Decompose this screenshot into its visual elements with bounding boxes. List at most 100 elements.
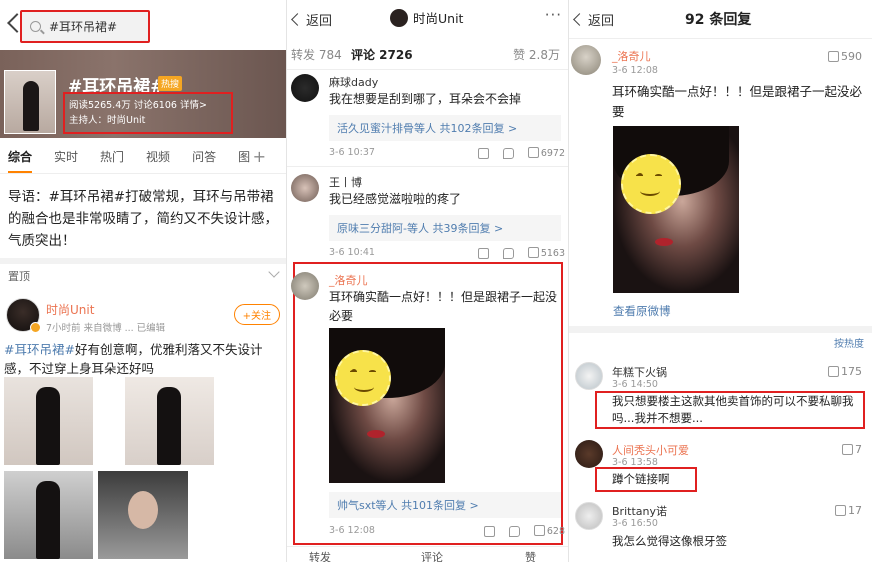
post-image[interactable] bbox=[125, 377, 214, 465]
like-button[interactable]: 7 bbox=[842, 443, 862, 456]
reply-users: 原味三分甜阿-等人 bbox=[337, 222, 429, 235]
comment-footer: 3-6 10:41 5163 bbox=[329, 247, 565, 259]
like-button[interactable]: 590 bbox=[828, 50, 862, 63]
topic-stats[interactable]: 阅读5265.4万 讨论6106 详情> 主持人：时尚Unit bbox=[63, 92, 233, 134]
sort-toggle[interactable]: 按热度 bbox=[569, 333, 872, 351]
topic-panel: #耳环吊裙# #耳环吊裙# 热搜 阅读5265.4万 讨论6106 详情> 主持… bbox=[0, 0, 286, 562]
avatar[interactable] bbox=[575, 502, 603, 530]
comment-image[interactable] bbox=[329, 328, 445, 483]
like-button[interactable]: 5163 bbox=[527, 247, 565, 259]
view-original-link[interactable]: 查看原微博 bbox=[613, 303, 671, 319]
back-button[interactable]: 返回 bbox=[569, 10, 614, 29]
like-button[interactable]: 6972 bbox=[527, 147, 565, 159]
avatar bbox=[390, 8, 408, 27]
tab-like[interactable]: 赞 2.8万 bbox=[513, 46, 560, 63]
comment-text: 我怎么觉得这像根牙签 bbox=[612, 534, 727, 548]
page-title: 92 条回复 bbox=[685, 12, 752, 28]
verified-icon bbox=[30, 322, 41, 333]
post-image[interactable] bbox=[4, 377, 93, 465]
thumbs-up-icon bbox=[527, 147, 539, 158]
comments-panel: 返回 时尚Unit ··· 转发 784 评论 2726 赞 2.8万 麻球da… bbox=[287, 0, 568, 562]
tab-comment[interactable]: 评论 2726 bbox=[351, 46, 413, 63]
avatar[interactable] bbox=[575, 362, 603, 390]
comment-time: 3-6 10:37 bbox=[329, 147, 375, 158]
comment-button[interactable]: 评论 bbox=[421, 549, 443, 562]
tab-video[interactable]: 视频 bbox=[146, 148, 170, 165]
follow-button[interactable]: +关注 bbox=[233, 304, 280, 325]
back-button[interactable]: 返回 bbox=[287, 10, 332, 29]
tab-images[interactable]: 图 bbox=[238, 148, 250, 165]
reply-icon[interactable] bbox=[508, 525, 520, 537]
share-icon[interactable] bbox=[483, 525, 495, 537]
comment-author[interactable]: 人间秃头小可爱 bbox=[612, 442, 689, 458]
reply-users: 活久见蜜汁排骨等人 bbox=[337, 122, 436, 135]
like-button[interactable]: 17 bbox=[835, 504, 862, 517]
chevron-down-icon[interactable] bbox=[268, 266, 280, 278]
thumbs-up-icon bbox=[527, 247, 539, 258]
smiley-sticker-icon bbox=[335, 350, 391, 406]
tab-realtime[interactable]: 实时 bbox=[54, 148, 78, 165]
share-icon[interactable] bbox=[477, 247, 489, 259]
repost-button[interactable]: 转发 bbox=[309, 549, 331, 562]
avatar[interactable] bbox=[571, 45, 601, 75]
comment-image[interactable] bbox=[613, 126, 739, 293]
comment-time: 3-6 16:50 bbox=[612, 518, 658, 529]
add-tab-icon[interactable]: + bbox=[253, 147, 266, 166]
avatar[interactable] bbox=[575, 440, 603, 468]
more-icon[interactable]: ··· bbox=[545, 6, 562, 24]
replies-panel: 返回 92 条回复 _洛奇儿 3-6 12:08 590 耳环确实酷一点好！！！… bbox=[569, 0, 872, 562]
avatar[interactable] bbox=[291, 74, 319, 102]
smiley-sticker-icon bbox=[621, 154, 681, 214]
thumbs-up-icon bbox=[842, 444, 853, 455]
thumbs-up-icon bbox=[835, 505, 846, 516]
divider bbox=[569, 326, 872, 333]
comment-author[interactable]: _洛奇儿 bbox=[612, 48, 651, 64]
comment-footer: 3-6 10:37 6972 bbox=[329, 147, 565, 159]
comment-author[interactable]: 麻球dady bbox=[329, 74, 378, 90]
avatar[interactable] bbox=[291, 174, 319, 202]
comment-time: 3-6 12:08 bbox=[612, 65, 658, 76]
reply-summary[interactable]: 原味三分甜阿-等人 共39条回复 > bbox=[329, 215, 561, 241]
reply-summary[interactable]: 活久见蜜汁排骨等人 共102条回复 > bbox=[329, 115, 561, 141]
comment-text: 我只想要楼主这款其他卖首饰的可以不要私聊我吗...我并不想要... bbox=[612, 394, 854, 425]
back-label: 返回 bbox=[306, 14, 333, 29]
reply-icon[interactable] bbox=[502, 247, 514, 259]
avatar[interactable] bbox=[291, 272, 319, 300]
like-count: 6972 bbox=[540, 148, 565, 159]
tab-all[interactable]: 综合 bbox=[8, 148, 33, 173]
share-icon[interactable] bbox=[477, 147, 489, 159]
post-image[interactable] bbox=[4, 471, 93, 559]
like-count: 175 bbox=[841, 365, 862, 378]
top-bar: 返回 时尚Unit ··· bbox=[287, 0, 568, 38]
tab-repost[interactable]: 转发 784 bbox=[291, 46, 342, 63]
tab-qa[interactable]: 问答 bbox=[192, 148, 216, 165]
like-button[interactable]: 175 bbox=[828, 365, 862, 378]
post-image[interactable] bbox=[98, 471, 188, 559]
like-count: 628 bbox=[546, 526, 565, 537]
search-text: #耳环吊裙# bbox=[49, 20, 118, 34]
comment-text: 我已经感觉滋啦啦的疼了 bbox=[329, 192, 462, 206]
reply-summary[interactable]: 帅气sxt等人 共101条回复 > bbox=[329, 492, 561, 518]
post-hashtag[interactable]: #耳环吊裙# bbox=[4, 342, 75, 357]
post-header: 时尚Unit 7小时前 来自微博 ... 已编辑 +关注 bbox=[6, 298, 284, 338]
comment-text: 耳环确实酷一点好！！！但是跟裙子一起没必要 bbox=[612, 84, 863, 119]
comment-item: 王丨博 我已经感觉滋啦啦的疼了 原味三分甜阿-等人 共39条回复 > 3-6 1… bbox=[287, 172, 568, 260]
reply-users: 帅气sxt等人 bbox=[337, 499, 398, 512]
search-input[interactable]: #耳环吊裙# bbox=[20, 10, 150, 43]
bottom-action-bar: 转发 评论 赞 bbox=[287, 546, 568, 562]
comment-author[interactable]: 年糕下火锅 bbox=[612, 364, 667, 380]
like-count: 5163 bbox=[540, 248, 565, 259]
reply-icon[interactable] bbox=[502, 147, 514, 159]
comment-author[interactable]: Brittany诺 bbox=[612, 503, 667, 519]
comment-author[interactable]: _洛奇儿 bbox=[329, 272, 368, 288]
like-count: 17 bbox=[848, 504, 862, 517]
like-button[interactable]: 赞 bbox=[525, 549, 536, 562]
topic-thumbnail bbox=[4, 70, 56, 134]
tab-hot[interactable]: 热门 bbox=[100, 148, 124, 165]
post-author[interactable]: 时尚Unit bbox=[46, 301, 94, 318]
like-button[interactable]: 628 bbox=[533, 525, 565, 537]
comment-author[interactable]: 王丨博 bbox=[329, 174, 362, 190]
divider bbox=[0, 258, 286, 264]
back-label: 返回 bbox=[588, 14, 615, 29]
back-icon bbox=[291, 13, 304, 26]
